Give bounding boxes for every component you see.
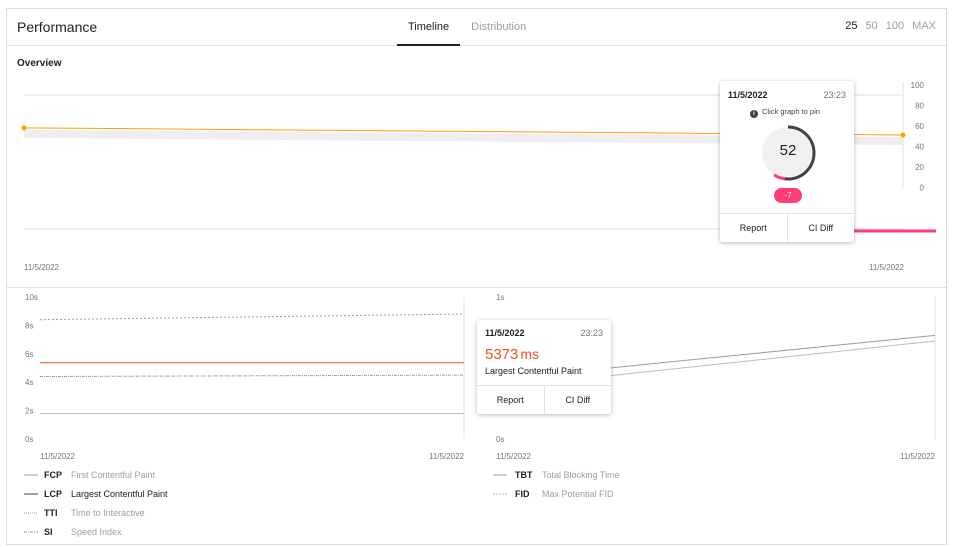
overview-y-tick-label: 40 (915, 143, 924, 152)
tooltip-time: 23:23 (823, 90, 846, 100)
timing-y-tick-label: 4s (25, 378, 33, 387)
report-button[interactable]: Report (477, 386, 544, 414)
timing-x-end: 11/5/2022 (429, 452, 465, 461)
legend-abbr: TTI (44, 508, 58, 518)
score-tooltip: 11/5/2022 23:23 i Click graph to pin 52 -… (720, 81, 854, 242)
legend-abbr: SI (44, 527, 53, 537)
ci-diff-button[interactable]: CI Diff (543, 386, 612, 414)
pin-hint-text: Click graph to pin (762, 107, 820, 116)
tooltip-actions: Report CI Diff (720, 213, 854, 242)
timing-y-tick-label: 2s (25, 407, 33, 416)
legend-name: Total Blocking Time (542, 470, 620, 480)
timing-y-tick-label: 6s (25, 350, 33, 359)
tooltip-actions: Report CI Diff (477, 385, 611, 414)
ci-diff-button[interactable]: CI Diff (786, 214, 855, 242)
tooltip-date: 11/5/2022 (728, 90, 768, 100)
report-button[interactable]: Report (720, 214, 787, 242)
tooltip-date: 11/5/2022 (485, 328, 525, 338)
lcp-value: 5373 ms (485, 346, 539, 363)
overview-y-tick-label: 100 (911, 81, 925, 90)
timing-y-tick-label: 10s (25, 293, 38, 302)
overview-point-end (900, 132, 906, 138)
overview-y-tick-label: 80 (915, 102, 924, 111)
tooltip-time: 23:23 (580, 328, 603, 338)
overview-point-start (21, 125, 27, 131)
legend-name: Largest Contentful Paint (71, 489, 168, 499)
legend-abbr: TBT (515, 470, 533, 480)
overview-y-tick-label: 20 (915, 163, 924, 172)
overview-y-tick-label: 60 (915, 122, 924, 131)
legend-name: Max Potential FID (542, 489, 614, 499)
legend-name: Speed Index (71, 527, 122, 537)
lcp-metric-name: Largest Contentful Paint (485, 366, 582, 376)
lcp-number: 5373 (485, 346, 519, 363)
legend-abbr: LCP (44, 489, 62, 499)
legend-item-tbt[interactable]: TBT Total Blocking Time (515, 468, 620, 482)
overview-y-ticks: 100 80 60 40 20 0 (911, 81, 925, 193)
si-series-line (39, 374, 465, 378)
legend-line-samples (24, 474, 507, 533)
legend-abbr: FCP (44, 470, 62, 480)
blocking-y-tick-label: 1s (496, 293, 504, 302)
legend-item-lcp[interactable]: LCP Largest Contentful Paint (44, 487, 168, 501)
legend-abbr: FID (515, 489, 530, 499)
legend-item-fid[interactable]: FID Max Potential FID (515, 487, 614, 501)
timing-y-tick-label: 0s (25, 435, 33, 444)
overview-x-start: 11/5/2022 (24, 263, 60, 272)
tti-series-line (39, 313, 465, 321)
lcp-unit: ms (520, 346, 540, 362)
lcp-tooltip: 11/5/2022 23:23 5373 ms Largest Contentfu… (477, 320, 611, 414)
info-icon: i (750, 110, 758, 118)
overview-y-tick-label: 0 (920, 184, 925, 193)
section-divider (7, 287, 946, 288)
performance-card: Performance Timeline Distribution 25 50 … (6, 8, 947, 545)
legend-item-tti[interactable]: TTI Time to Interactive (44, 506, 145, 520)
legend-name: First Contentful Paint (71, 470, 156, 480)
score-value: 52 (779, 142, 797, 159)
blocking-y-tick-label: 0s (496, 435, 504, 444)
timing-y-ticks: 10s 8s 6s 4s 2s 0s (25, 293, 38, 444)
timing-y-tick-label: 8s (25, 321, 33, 330)
timing-chart[interactable]: 10s 8s 6s 4s 2s 0s 11/5/2022 11/5/2022 (25, 293, 465, 461)
pin-hint: i Click graph to pin (750, 107, 820, 118)
legend-name: Time to Interactive (71, 508, 145, 518)
legend-item-fcp[interactable]: FCP First Contentful Paint (44, 468, 155, 482)
overview-x-end: 11/5/2022 (869, 263, 905, 272)
blocking-x-end: 11/5/2022 (900, 452, 936, 461)
blocking-x-start: 11/5/2022 (496, 452, 532, 461)
legend-item-si[interactable]: SI Speed Index (44, 525, 122, 539)
timing-x-start: 11/5/2022 (40, 452, 76, 461)
score-delta-badge: -7 (774, 188, 802, 203)
